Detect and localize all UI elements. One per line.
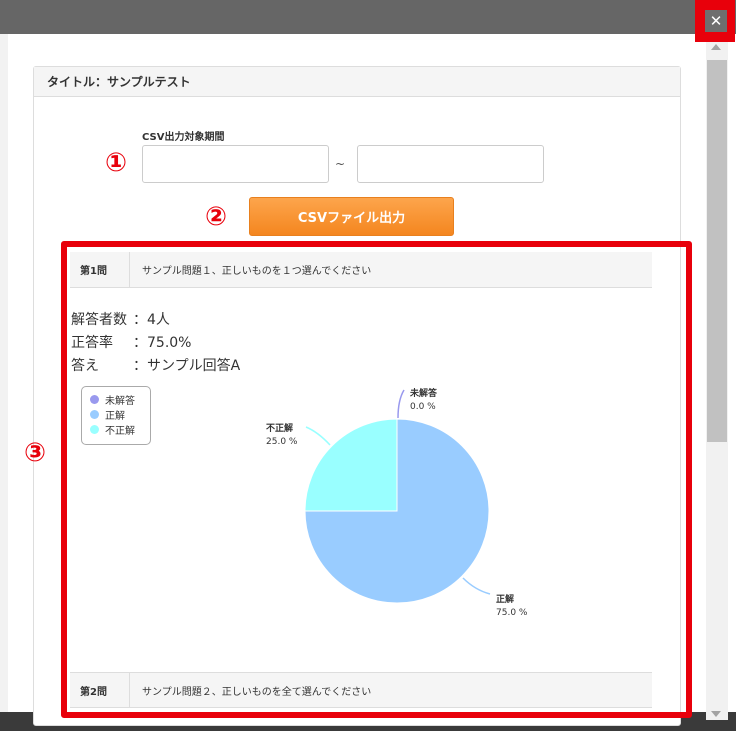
question-area-highlight xyxy=(61,241,692,718)
overlay-top xyxy=(0,0,736,34)
csv-start-date-input[interactable] xyxy=(142,145,329,183)
overlay-left xyxy=(0,34,8,731)
panel-title: タイトル：サンプルテスト xyxy=(34,67,680,97)
annotation-2: ② xyxy=(205,202,228,232)
csv-export-button[interactable]: CSVファイル出力 xyxy=(249,197,454,236)
scroll-up-arrow-icon[interactable] xyxy=(711,44,721,50)
date-range-separator: ~ xyxy=(335,157,346,171)
scrollbar-thumb[interactable] xyxy=(707,60,727,442)
annotation-1: ① xyxy=(105,148,128,178)
csv-end-date-input[interactable] xyxy=(357,145,544,183)
close-icon[interactable]: ✕ xyxy=(705,10,727,32)
csv-period-label: CSV出力対象期間 xyxy=(142,132,225,143)
annotation-3: ③ xyxy=(24,438,47,468)
scroll-down-arrow-icon[interactable] xyxy=(711,711,721,717)
